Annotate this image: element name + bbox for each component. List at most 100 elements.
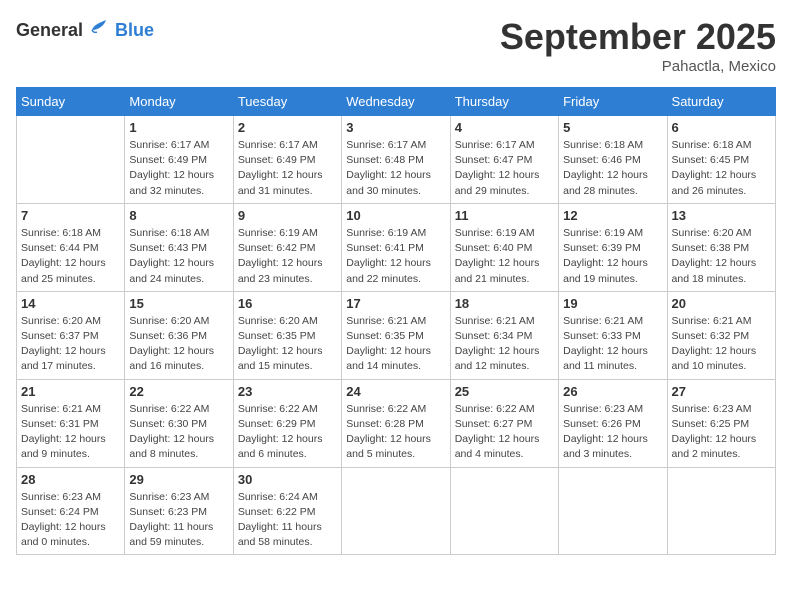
day-number: 13 <box>672 208 771 223</box>
day-info: Sunrise: 6:18 AM Sunset: 6:46 PM Dayligh… <box>563 138 662 199</box>
day-info: Sunrise: 6:22 AM Sunset: 6:27 PM Dayligh… <box>455 402 554 463</box>
calendar-cell: 18Sunrise: 6:21 AM Sunset: 6:34 PM Dayli… <box>450 291 558 379</box>
day-number: 16 <box>238 296 337 311</box>
day-info: Sunrise: 6:17 AM Sunset: 6:48 PM Dayligh… <box>346 138 445 199</box>
day-info: Sunrise: 6:18 AM Sunset: 6:43 PM Dayligh… <box>129 226 228 287</box>
day-info: Sunrise: 6:17 AM Sunset: 6:49 PM Dayligh… <box>129 138 228 199</box>
logo-bird-icon <box>88 16 110 44</box>
day-info: Sunrise: 6:23 AM Sunset: 6:23 PM Dayligh… <box>129 490 228 551</box>
calendar-cell: 12Sunrise: 6:19 AM Sunset: 6:39 PM Dayli… <box>559 203 667 291</box>
day-number: 24 <box>346 384 445 399</box>
day-number: 10 <box>346 208 445 223</box>
day-info: Sunrise: 6:19 AM Sunset: 6:42 PM Dayligh… <box>238 226 337 287</box>
day-number: 17 <box>346 296 445 311</box>
day-info: Sunrise: 6:20 AM Sunset: 6:36 PM Dayligh… <box>129 314 228 375</box>
calendar-cell: 19 Sunrise: 6:21 AM Sunset: 6:33 PM Dayli… <box>559 291 667 379</box>
calendar-cell: 20 Sunrise: 6:21 AM Sunset: 6:32 PM Dayli… <box>667 291 775 379</box>
day-info: Sunrise: 6:21 AM Sunset: 6:31 PM Dayligh… <box>21 402 120 463</box>
calendar-cell: 13 Sunrise: 6:20 AM Sunset: 6:38 PM Dayli… <box>667 203 775 291</box>
logo-general: General <box>16 20 83 41</box>
calendar-cell: 22 Sunrise: 6:22 AM Sunset: 6:30 PM Dayli… <box>125 379 233 467</box>
day-info: Sunrise: 6:20 AM Sunset: 6:35 PM Dayligh… <box>238 314 337 375</box>
calendar-cell: 9 Sunrise: 6:19 AM Sunset: 6:42 PM Daylig… <box>233 203 341 291</box>
day-info: Sunrise: 6:18 AM Sunset: 6:44 PM Dayligh… <box>21 226 120 287</box>
day-header-thursday: Thursday <box>450 88 558 116</box>
day-number: 21 <box>21 384 120 399</box>
calendar-cell: 28 Sunrise: 6:23 AM Sunset: 6:24 PM Dayli… <box>17 467 125 555</box>
calendar-cell: 17 Sunrise: 6:21 AM Sunset: 6:35 PM Dayli… <box>342 291 450 379</box>
day-header-friday: Friday <box>559 88 667 116</box>
month-title: September 2025 <box>500 16 776 58</box>
day-info: Sunrise: 6:17 AM Sunset: 6:49 PM Dayligh… <box>238 138 337 199</box>
day-info: Sunrise: 6:21 AM Sunset: 6:32 PM Dayligh… <box>672 314 771 375</box>
day-number: 3 <box>346 120 445 135</box>
day-number: 6 <box>672 120 771 135</box>
week-row-5: 28 Sunrise: 6:23 AM Sunset: 6:24 PM Dayli… <box>17 467 776 555</box>
day-info: Sunrise: 6:17 AM Sunset: 6:47 PM Dayligh… <box>455 138 554 199</box>
calendar-cell: 16 Sunrise: 6:20 AM Sunset: 6:35 PM Dayli… <box>233 291 341 379</box>
day-number: 25 <box>455 384 554 399</box>
day-info: Sunrise: 6:24 AM Sunset: 6:22 PM Dayligh… <box>238 490 337 551</box>
day-number: 29 <box>129 472 228 487</box>
day-header-monday: Monday <box>125 88 233 116</box>
calendar-cell: 8 Sunrise: 6:18 AM Sunset: 6:43 PM Daylig… <box>125 203 233 291</box>
day-info: Sunrise: 6:21 AM Sunset: 6:34 PM Dayligh… <box>455 314 554 375</box>
calendar-cell <box>667 467 775 555</box>
days-header-row: SundayMondayTuesdayWednesdayThursdayFrid… <box>17 88 776 116</box>
calendar-cell <box>342 467 450 555</box>
calendar-cell <box>450 467 558 555</box>
day-info: Sunrise: 6:23 AM Sunset: 6:24 PM Dayligh… <box>21 490 120 551</box>
day-header-sunday: Sunday <box>17 88 125 116</box>
day-number: 8 <box>129 208 228 223</box>
day-info: Sunrise: 6:21 AM Sunset: 6:35 PM Dayligh… <box>346 314 445 375</box>
day-info: Sunrise: 6:19 AM Sunset: 6:39 PM Dayligh… <box>563 226 662 287</box>
day-number: 1 <box>129 120 228 135</box>
day-number: 20 <box>672 296 771 311</box>
calendar-cell: 15 Sunrise: 6:20 AM Sunset: 6:36 PM Dayli… <box>125 291 233 379</box>
calendar-cell: 6 Sunrise: 6:18 AM Sunset: 6:45 PM Daylig… <box>667 116 775 204</box>
day-info: Sunrise: 6:23 AM Sunset: 6:26 PM Dayligh… <box>563 402 662 463</box>
day-info: Sunrise: 6:20 AM Sunset: 6:38 PM Dayligh… <box>672 226 771 287</box>
page-header: General Blue September 2025 Pahactla, Me… <box>16 16 776 75</box>
day-number: 5 <box>563 120 662 135</box>
title-block: September 2025 Pahactla, Mexico <box>500 16 776 75</box>
location: Pahactla, Mexico <box>500 58 776 75</box>
calendar-cell: 7 Sunrise: 6:18 AM Sunset: 6:44 PM Daylig… <box>17 203 125 291</box>
day-info: Sunrise: 6:19 AM Sunset: 6:40 PM Dayligh… <box>455 226 554 287</box>
calendar-cell: 2Sunrise: 6:17 AM Sunset: 6:49 PM Daylig… <box>233 116 341 204</box>
calendar-cell: 27 Sunrise: 6:23 AM Sunset: 6:25 PM Dayli… <box>667 379 775 467</box>
day-info: Sunrise: 6:19 AM Sunset: 6:41 PM Dayligh… <box>346 226 445 287</box>
day-number: 15 <box>129 296 228 311</box>
day-number: 4 <box>455 120 554 135</box>
calendar-cell: 25 Sunrise: 6:22 AM Sunset: 6:27 PM Dayli… <box>450 379 558 467</box>
day-info: Sunrise: 6:21 AM Sunset: 6:33 PM Dayligh… <box>563 314 662 375</box>
calendar-table: SundayMondayTuesdayWednesdayThursdayFrid… <box>16 87 776 555</box>
day-header-tuesday: Tuesday <box>233 88 341 116</box>
calendar-cell: 4 Sunrise: 6:17 AM Sunset: 6:47 PM Daylig… <box>450 116 558 204</box>
day-number: 28 <box>21 472 120 487</box>
day-number: 9 <box>238 208 337 223</box>
day-number: 22 <box>129 384 228 399</box>
calendar-cell: 5 Sunrise: 6:18 AM Sunset: 6:46 PM Daylig… <box>559 116 667 204</box>
calendar-cell: 30Sunrise: 6:24 AM Sunset: 6:22 PM Dayli… <box>233 467 341 555</box>
day-number: 27 <box>672 384 771 399</box>
week-row-3: 14Sunrise: 6:20 AM Sunset: 6:37 PM Dayli… <box>17 291 776 379</box>
day-header-wednesday: Wednesday <box>342 88 450 116</box>
calendar-cell: 11Sunrise: 6:19 AM Sunset: 6:40 PM Dayli… <box>450 203 558 291</box>
day-number: 26 <box>563 384 662 399</box>
day-info: Sunrise: 6:22 AM Sunset: 6:28 PM Dayligh… <box>346 402 445 463</box>
week-row-1: 1 Sunrise: 6:17 AM Sunset: 6:49 PM Daylig… <box>17 116 776 204</box>
logo-blue: Blue <box>115 20 154 41</box>
calendar-cell <box>17 116 125 204</box>
day-number: 14 <box>21 296 120 311</box>
day-info: Sunrise: 6:18 AM Sunset: 6:45 PM Dayligh… <box>672 138 771 199</box>
day-number: 7 <box>21 208 120 223</box>
day-info: Sunrise: 6:23 AM Sunset: 6:25 PM Dayligh… <box>672 402 771 463</box>
calendar-cell <box>559 467 667 555</box>
day-info: Sunrise: 6:22 AM Sunset: 6:30 PM Dayligh… <box>129 402 228 463</box>
calendar-cell: 26 Sunrise: 6:23 AM Sunset: 6:26 PM Dayli… <box>559 379 667 467</box>
calendar-cell: 14Sunrise: 6:20 AM Sunset: 6:37 PM Dayli… <box>17 291 125 379</box>
day-number: 19 <box>563 296 662 311</box>
week-row-4: 21 Sunrise: 6:21 AM Sunset: 6:31 PM Dayli… <box>17 379 776 467</box>
calendar-cell: 24 Sunrise: 6:22 AM Sunset: 6:28 PM Dayli… <box>342 379 450 467</box>
